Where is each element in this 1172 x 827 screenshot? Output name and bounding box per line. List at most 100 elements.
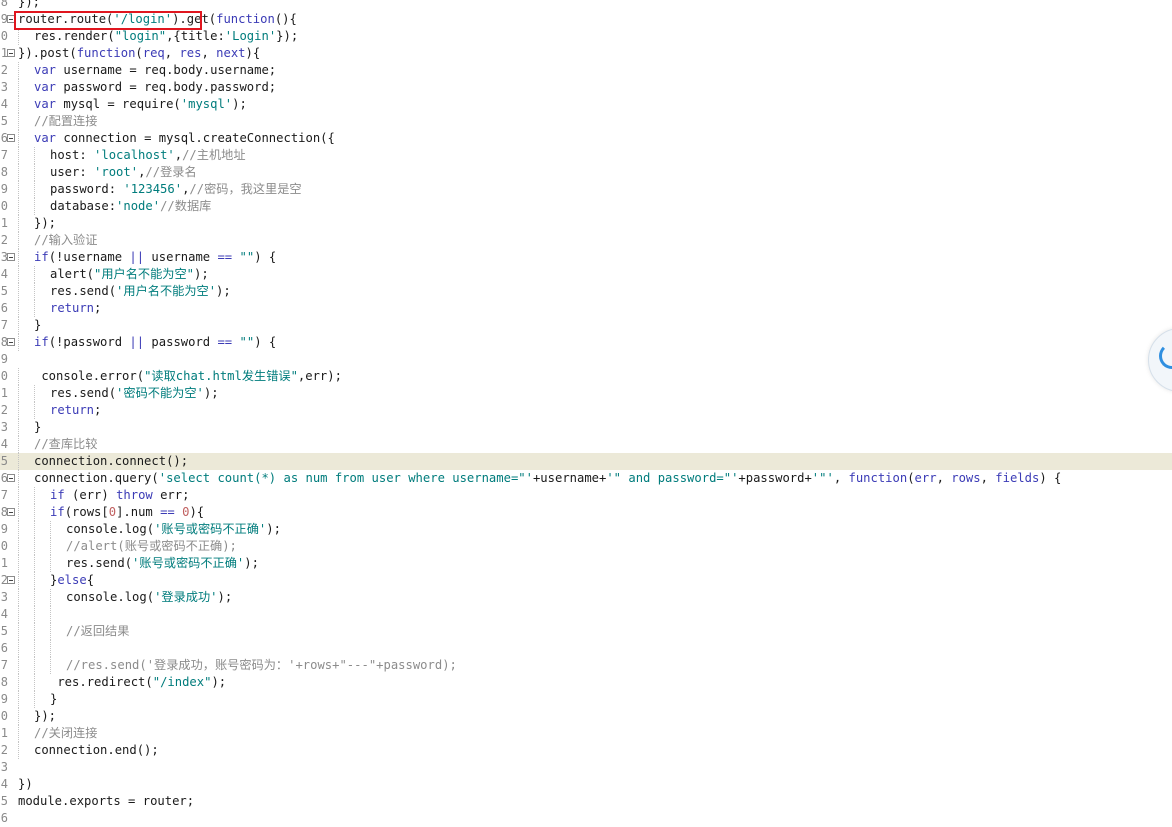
code-line[interactable]: 1});: [0, 215, 1172, 232]
code-line[interactable]: 0});: [0, 708, 1172, 725]
code-token: );: [194, 267, 209, 281]
code-line[interactable]: 1 res.send('密码不能为空');: [0, 385, 1172, 402]
fold-toggle-icon[interactable]: [7, 49, 15, 57]
code-text: }: [50, 691, 57, 708]
code-line[interactable]: 4}): [0, 776, 1172, 793]
code-line[interactable]: 8 if(rows[0].num == 0){: [0, 504, 1172, 521]
code-line[interactable]: 0 console.error("读取chat.html发生错误",err);: [0, 368, 1172, 385]
code-token: if: [34, 335, 49, 349]
indent-guide: [18, 555, 19, 572]
code-line[interactable]: 2 var username = req.body.username;: [0, 62, 1172, 79]
code-line[interactable]: 9}: [0, 691, 1172, 708]
code-line[interactable]: 2 connection.end();: [0, 742, 1172, 759]
line-number: 9: [0, 692, 8, 706]
code-token: database:: [50, 199, 117, 213]
code-token: 'root': [94, 165, 139, 179]
code-line[interactable]: 5 module.exports = router;: [0, 793, 1172, 810]
code-line[interactable]: 7 //res.send('登录成功，账号密码为：'+rows+"---"+pas…: [0, 657, 1172, 674]
code-line[interactable]: 5 connection.connect();: [0, 453, 1172, 470]
code-line[interactable]: 8 user: 'root',//登录名: [0, 164, 1172, 181]
code-line[interactable]: 3 if(!username || username == "") {: [0, 249, 1172, 266]
code-line[interactable]: 5 //返回结果: [0, 623, 1172, 640]
code-line[interactable]: 5 //配置连接: [0, 113, 1172, 130]
code-line[interactable]: 6: [0, 810, 1172, 827]
code-line[interactable]: 8});: [0, 0, 1172, 11]
code-token: (rows[: [64, 505, 109, 519]
code-token: '账号或密码不正确': [154, 522, 267, 536]
code-line[interactable]: 3}: [0, 419, 1172, 436]
code-token: throw: [116, 488, 153, 502]
code-token: }): [18, 777, 33, 791]
fold-toggle-icon[interactable]: [7, 338, 15, 346]
code-line[interactable]: 1 res.send('账号或密码不正确');: [0, 555, 1172, 572]
code-token: +username+: [532, 471, 607, 485]
line-number: 0: [0, 199, 8, 213]
code-line[interactable]: 8 if(!password || password == "") {: [0, 334, 1172, 351]
indent-guide: [50, 589, 51, 606]
indent-guide: [50, 606, 51, 623]
code-line[interactable]: 4 //查库比较: [0, 436, 1172, 453]
code-text: connection.end();: [34, 742, 159, 759]
code-text: return;: [50, 402, 101, 419]
fold-toggle-icon[interactable]: [7, 508, 15, 516]
indent-guide: [18, 674, 19, 691]
code-text: connection.query('select count(*) as num…: [34, 470, 1061, 487]
code-token: res: [179, 46, 202, 60]
line-number: 0: [0, 709, 8, 723]
code-line[interactable]: 6: [0, 640, 1172, 657]
code-line[interactable]: 7}: [0, 317, 1172, 334]
code-token: console.log(: [66, 590, 155, 604]
code-line[interactable]: 2 //输入验证: [0, 232, 1172, 249]
code-token: ==: [217, 250, 233, 264]
code-line[interactable]: 6 connection.query('select count(*) as nu…: [0, 470, 1172, 487]
code-line[interactable]: 1}).post(function(req, res, next){: [0, 45, 1172, 62]
line-number: 2: [0, 743, 8, 757]
code-editor[interactable]: 8}); 9 router.route('/login').get(function…: [0, 0, 1172, 827]
code-token: username: [144, 250, 218, 264]
indent-guide: [50, 521, 51, 538]
code-token: return: [50, 403, 95, 417]
code-line[interactable]: 8 res.redirect("/index");: [0, 674, 1172, 691]
code-line[interactable]: 9 console.log('账号或密码不正确');: [0, 521, 1172, 538]
code-line[interactable]: 0 database:'node'//数据库: [0, 198, 1172, 215]
code-token: );: [244, 556, 259, 570]
code-token: ,: [833, 471, 849, 485]
code-line[interactable]: 0 res.render("login",{title:'Login'});: [0, 28, 1172, 45]
code-token: res.send(: [50, 284, 117, 298]
fold-toggle-icon[interactable]: [7, 253, 15, 261]
code-line[interactable]: 4 alert("用户名不能为空");: [0, 266, 1172, 283]
line-number: 2: [0, 233, 8, 247]
code-line[interactable]: 3: [0, 759, 1172, 776]
code-line[interactable]: 3 var password = req.body.password;: [0, 79, 1172, 96]
indent-guide: [18, 198, 19, 215]
code-line[interactable]: 3 console.log('登录成功');: [0, 589, 1172, 606]
code-line[interactable]: 4 var mysql = require('mysql');: [0, 96, 1172, 113]
code-line[interactable]: 1 //关闭连接: [0, 725, 1172, 742]
code-text: return;: [50, 300, 101, 317]
fold-toggle-icon[interactable]: [7, 474, 15, 482]
code-line[interactable]: 7 host: 'localhost',//主机地址: [0, 147, 1172, 164]
line-number: 5: [0, 794, 8, 808]
line-number: 3: [0, 590, 8, 604]
code-token: 'Login': [224, 29, 277, 43]
fold-toggle-icon[interactable]: [7, 576, 15, 584]
code-text: password: '123456',//密码，我这里是空: [50, 181, 302, 198]
code-line[interactable]: 9 password: '123456',//密码，我这里是空: [0, 181, 1172, 198]
indent-guide: [18, 79, 19, 96]
code-text: //返回结果: [66, 623, 129, 640]
line-number: 4: [0, 437, 8, 451]
code-line[interactable]: 2}else{: [0, 572, 1172, 589]
fold-toggle-icon[interactable]: [7, 134, 15, 142]
code-line[interactable]: 6 return;: [0, 300, 1172, 317]
code-token: alert(: [50, 267, 95, 281]
code-line[interactable]: 4: [0, 606, 1172, 623]
code-line[interactable]: 2 return;: [0, 402, 1172, 419]
code-line[interactable]: 0 //alert(账号或密码不正确);: [0, 538, 1172, 555]
code-line[interactable]: 5 res.send('用户名不能为空');: [0, 283, 1172, 300]
code-line[interactable]: 6 var connection = mysql.createConnection…: [0, 130, 1172, 147]
code-line[interactable]: 9: [0, 351, 1172, 368]
indent-guide: [18, 164, 19, 181]
line-number: 8: [0, 0, 8, 9]
code-text: //关闭连接: [34, 725, 97, 742]
code-line[interactable]: 7 if (err) throw err;: [0, 487, 1172, 504]
